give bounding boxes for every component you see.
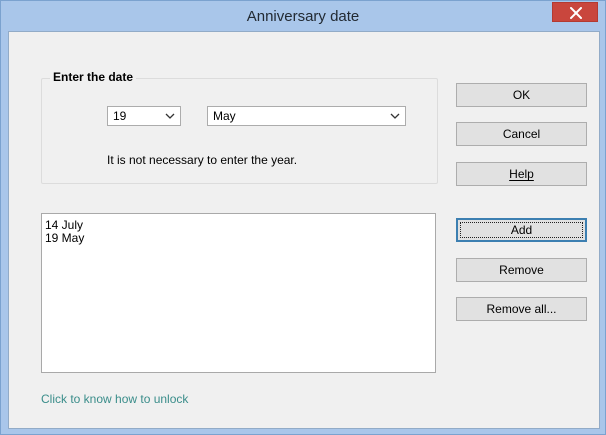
enter-date-group: Enter the date 19 May It is not necessar… bbox=[41, 70, 438, 184]
remove-button[interactable]: Remove bbox=[456, 258, 587, 282]
day-select-value: 19 bbox=[113, 109, 127, 123]
anniversary-date-dialog: Anniversary date Enter the date 19 May I… bbox=[0, 0, 606, 435]
help-button[interactable]: Help bbox=[456, 162, 587, 186]
dates-listbox[interactable]: 14 July 19 May bbox=[41, 213, 436, 373]
close-icon bbox=[570, 7, 582, 19]
month-select-value: May bbox=[213, 109, 236, 123]
group-label: Enter the date bbox=[50, 70, 137, 84]
window-title: Anniversary date bbox=[246, 8, 360, 25]
remove-all-button[interactable]: Remove all... bbox=[456, 297, 587, 321]
dialog-client-area: Enter the date 19 May It is not necessar… bbox=[8, 31, 600, 429]
chevron-down-icon bbox=[165, 113, 175, 119]
year-hint-text: It is not necessary to enter the year. bbox=[107, 153, 298, 167]
day-select[interactable]: 19 bbox=[107, 106, 181, 126]
month-select[interactable]: May bbox=[207, 106, 406, 126]
title-bar: Anniversary date bbox=[1, 1, 605, 31]
close-button[interactable] bbox=[552, 2, 598, 22]
add-button[interactable]: Add bbox=[456, 218, 587, 242]
help-button-label: Help bbox=[509, 167, 534, 181]
chevron-down-icon bbox=[390, 113, 400, 119]
list-item[interactable]: 19 May bbox=[44, 232, 433, 245]
ok-button[interactable]: OK bbox=[456, 83, 587, 107]
cancel-button[interactable]: Cancel bbox=[456, 122, 587, 146]
list-item[interactable]: 14 July bbox=[44, 219, 433, 232]
unlock-link[interactable]: Click to know how to unlock bbox=[41, 392, 188, 406]
focus-rectangle bbox=[460, 222, 583, 238]
